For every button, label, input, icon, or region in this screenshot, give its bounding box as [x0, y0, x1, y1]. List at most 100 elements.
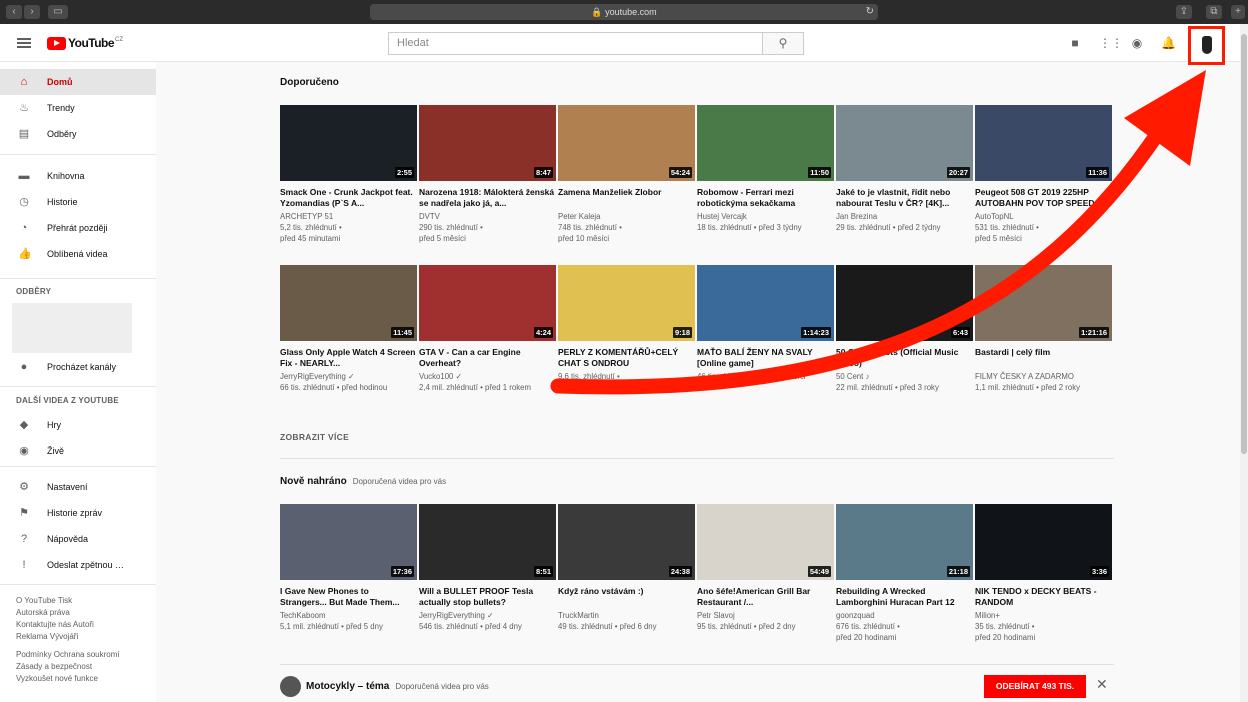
video-channel[interactable]: ARCHETYP 51 — [280, 211, 417, 222]
video-channel[interactable]: goonzquad — [836, 610, 973, 621]
video-card[interactable]: 1:21:16 Bastardi | celý film FILMY ČESKY A… — [975, 265, 1112, 393]
video-channel[interactable]: JerryRigEverything ✓ — [419, 610, 556, 621]
video-card[interactable]: 8:47 Narozena 1918: Málokterá ženská se n… — [419, 105, 556, 244]
youtube-logo[interactable]: YouTube CZ — [47, 36, 123, 50]
video-title[interactable]: Glass Only Apple Watch 4 Screen Fix - NE… — [280, 347, 417, 368]
footer-link[interactable]: Reklama Vývojáři — [16, 632, 78, 641]
video-card[interactable]: 8:51 Will a BULLET PROOF Tesla actually s… — [419, 504, 556, 632]
video-title[interactable]: Smack One - Crunk Jackpot feat. Yzomandi… — [280, 187, 417, 208]
video-channel[interactable]: TechKaboom — [280, 610, 417, 621]
video-title[interactable]: NIK TENDO x DECKY BEATS - RANDOM — [975, 586, 1112, 607]
tabs-icon[interactable]: ⧉ — [1206, 5, 1222, 19]
video-channel[interactable]: Jan Brezina — [836, 211, 973, 222]
video-channel[interactable]: AutoTopNL — [975, 211, 1112, 222]
video-thumbnail[interactable]: 2:55 — [280, 105, 417, 181]
channel-avatar[interactable] — [280, 676, 301, 697]
video-channel[interactable]: Milion+ — [975, 610, 1112, 621]
sidebar-item-help[interactable]: ? Nápověda — [0, 526, 156, 552]
sidebar-item-history[interactable]: ◷ Historie — [0, 189, 156, 215]
sidebar-toggle-icon[interactable]: ▭ — [48, 5, 68, 19]
search-input[interactable]: Hledat — [388, 32, 763, 55]
sidebar-item-gear[interactable]: ⚙ Nastavení — [0, 474, 156, 500]
video-title[interactable]: Ano šéfe!American Grill Bar Restaurant /… — [697, 586, 834, 607]
notifications-icon[interactable]: 🔔 — [1161, 36, 1176, 50]
sidebar-item-subscriptions[interactable]: ▤ Odběry — [0, 121, 156, 147]
video-card[interactable]: 21:18 Rebuilding A Wrecked Lamborghini Hu… — [836, 504, 973, 643]
video-title[interactable]: Bastardi | celý film — [975, 347, 1112, 368]
close-icon[interactable]: ✕ — [1096, 676, 1108, 693]
video-card[interactable]: 11:50 Robomow - Ferrari mezi robotickýma … — [697, 105, 834, 233]
footer-link[interactable]: Podmínky Ochrana soukromí — [16, 650, 120, 659]
video-card[interactable]: 54:49 Ano šéfe!American Grill Bar Restaur… — [697, 504, 834, 632]
video-title[interactable]: Narozena 1918: Málokterá ženská se nadře… — [419, 187, 556, 208]
video-channel[interactable]: DVTV — [419, 211, 556, 222]
footer-link[interactable]: Autorská práva — [16, 608, 70, 617]
video-title[interactable]: Jaké to je vlastnit, řídit nebo nabourat… — [836, 187, 973, 208]
sidebar-item-thumbs-up[interactable]: 👍 Oblíbená videa — [0, 241, 156, 267]
footer-link[interactable]: Vyzkoušet nové funkce — [16, 674, 98, 683]
video-title[interactable]: Když ráno vstávám :) — [558, 586, 695, 607]
video-thumbnail[interactable]: 11:36 — [975, 105, 1112, 181]
sidebar-item-clock[interactable]: ◔ Přehrát později — [0, 215, 156, 241]
video-title[interactable]: MAŤO BALÍ ŽENY NA SVALY [Online game] — [697, 347, 834, 368]
video-title[interactable]: Rebuilding A Wrecked Lamborghini Huracan… — [836, 586, 973, 607]
video-thumbnail[interactable]: 8:47 — [419, 105, 556, 181]
sidebar-item-flag[interactable]: ⚑ Historie zpráv — [0, 500, 156, 526]
video-card[interactable]: 9:18 PERLY Z KOMENTÁŘŮ+CELÝ CHAT S ONDROU… — [558, 265, 695, 393]
address-bar[interactable]: 🔒 youtube.com ↻ — [370, 4, 878, 20]
back-icon[interactable]: ‹ — [6, 5, 22, 19]
apps-icon[interactable]: ⋮⋮ — [1099, 36, 1123, 50]
scrollbar-thumb[interactable] — [1241, 34, 1247, 454]
subscribe-button[interactable]: ODEBÍRAT 493 TIS. — [984, 675, 1086, 698]
video-thumbnail[interactable]: 6:43 — [836, 265, 973, 341]
search-button[interactable]: ⚲ — [762, 32, 804, 55]
sidebar-item-folder[interactable]: ▬ Knihovna — [0, 163, 156, 189]
video-channel[interactable]: Petr Slavoj — [697, 610, 834, 621]
video-card[interactable]: 3:36 NIK TENDO x DECKY BEATS - RANDOM Mili… — [975, 504, 1112, 643]
video-title[interactable]: I Gave New Phones to Strangers... But Ma… — [280, 586, 417, 607]
video-thumbnail[interactable]: 21:18 — [836, 504, 973, 580]
video-card[interactable]: 4:24 GTA V - Can a car Engine Overheat? Vu… — [419, 265, 556, 393]
new-tab-icon[interactable]: + — [1231, 5, 1245, 19]
video-card[interactable]: 24:38 Když ráno vstávám :) TruckMartin 49 t… — [558, 504, 695, 632]
video-card[interactable]: 6:43 50 Cent - Shots (Official Music Vide… — [836, 265, 973, 393]
video-thumbnail[interactable]: 3:36 — [975, 504, 1112, 580]
video-thumbnail[interactable]: 20:27 — [836, 105, 973, 181]
video-card[interactable]: 2:55 Smack One - Crunk Jackpot feat. Yzom… — [280, 105, 417, 244]
footer-link[interactable]: Kontaktujte nás Autoři — [16, 620, 94, 629]
video-title[interactable]: 50 Cent - Shots (Official Music Video) — [836, 347, 973, 368]
show-more-button[interactable]: ZOBRAZIT VÍCE — [280, 432, 349, 442]
video-channel[interactable]: Peter Kaleja — [558, 211, 695, 222]
forward-icon[interactable]: › — [24, 5, 40, 19]
footer-link[interactable]: O YouTube Tisk — [16, 596, 72, 605]
video-thumbnail[interactable]: 24:38 — [558, 504, 695, 580]
video-channel[interactable]: 50 Cent ♪ — [836, 371, 973, 382]
video-title[interactable]: Will a BULLET PROOF Tesla actually stop … — [419, 586, 556, 607]
share-icon[interactable]: ⇪ — [1176, 5, 1192, 19]
video-card[interactable]: 17:36 I Gave New Phones to Strangers... B… — [280, 504, 417, 632]
video-channel[interactable]: Hustej Vercajk — [697, 211, 834, 222]
video-card[interactable]: 1:14:23 MAŤO BALÍ ŽENY NA SVALY [Online g… — [697, 265, 834, 382]
video-thumbnail[interactable]: 4:24 — [419, 265, 556, 341]
video-thumbnail[interactable]: 1:14:23 — [697, 265, 834, 341]
video-thumbnail[interactable]: 17:36 — [280, 504, 417, 580]
video-card[interactable]: 11:36 Peugeot 508 GT 2019 225HP AUTOBAHN … — [975, 105, 1112, 244]
video-title[interactable]: Zamena Manželiek Zlobor — [558, 187, 695, 208]
video-card[interactable]: 11:45 Glass Only Apple Watch 4 Screen Fix… — [280, 265, 417, 393]
video-title[interactable]: Peugeot 508 GT 2019 225HP AUTOBAHN POV T… — [975, 187, 1112, 208]
subscription-placeholder[interactable] — [12, 303, 132, 353]
sidebar-item-gamepad[interactable]: ◆ Hry — [0, 412, 156, 438]
video-channel[interactable]: FILMY ČESKY A ZADARMO — [975, 371, 1112, 382]
video-thumbnail[interactable]: 11:50 — [697, 105, 834, 181]
messages-icon[interactable]: ◉ — [1130, 36, 1144, 50]
video-thumbnail[interactable]: 54:49 — [697, 504, 834, 580]
video-title[interactable]: Robomow - Ferrari mezi robotickýma sekač… — [697, 187, 834, 208]
sidebar-item-live[interactable]: ◉ Živě — [0, 438, 156, 464]
video-title[interactable]: GTA V - Can a car Engine Overheat? — [419, 347, 556, 368]
video-title[interactable]: PERLY Z KOMENTÁŘŮ+CELÝ CHAT S ONDROU — [558, 347, 695, 368]
sidebar-item-browse-channels[interactable]: ● Procházet kanály — [0, 354, 156, 380]
video-thumbnail[interactable]: 8:51 — [419, 504, 556, 580]
reload-icon[interactable]: ↻ — [866, 4, 874, 20]
video-thumbnail[interactable]: 11:45 — [280, 265, 417, 341]
sidebar-item-home[interactable]: ⌂ Domů — [0, 69, 156, 95]
